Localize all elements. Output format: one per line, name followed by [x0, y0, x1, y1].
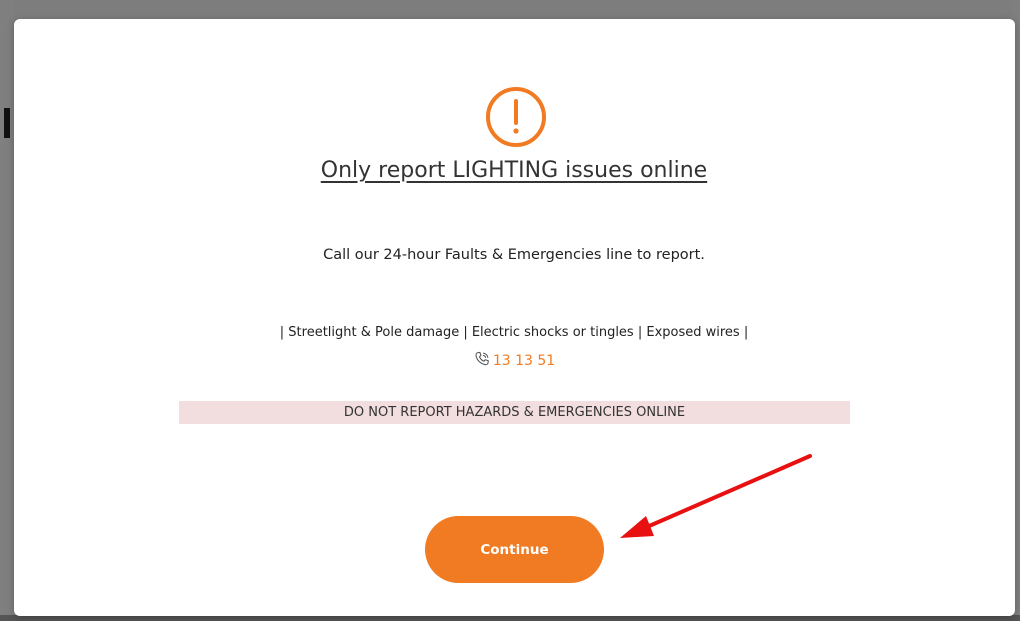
phone-number-link[interactable]: 13 13 51: [493, 353, 555, 369]
hazards-list: | Streetlight & Pole damage | Electric s…: [279, 325, 749, 340]
exclamation-circle-icon: [486, 87, 546, 147]
backdrop-left: [0, 0, 14, 621]
backdrop-fragment: [4, 108, 10, 138]
continue-button[interactable]: Continue: [425, 516, 604, 583]
modal-subtitle: Call our 24-hour Faults & Emergencies li…: [323, 247, 705, 263]
modal-title: Only report LIGHTING issues online: [320, 158, 708, 183]
phone-icon: [475, 351, 489, 366]
phone-line[interactable]: 13 13 51: [0, 350, 1020, 369]
hazard-warning-banner: DO NOT REPORT HAZARDS & EMERGENCIES ONLI…: [179, 401, 850, 424]
annotation-arrow: [620, 454, 812, 538]
